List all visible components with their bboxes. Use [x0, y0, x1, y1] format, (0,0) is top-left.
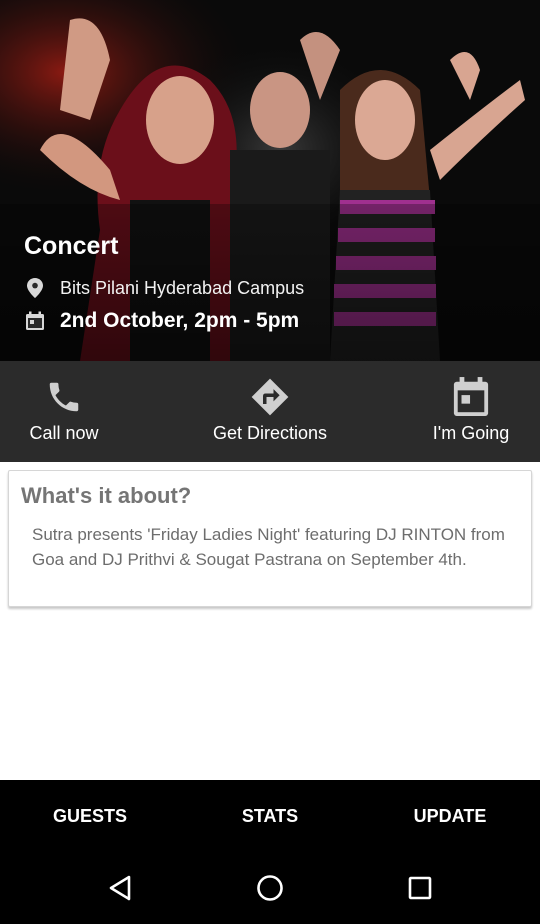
event-date-row: 2nd October, 2pm - 5pm [24, 309, 299, 333]
event-location-row: Bits Pilani Hyderabad Campus [24, 277, 304, 299]
calendar-check-icon [452, 375, 490, 419]
about-card: What's it about? Sutra presents 'Friday … [8, 470, 532, 607]
directions-icon [249, 375, 291, 419]
call-now-button[interactable]: Call now [14, 361, 114, 462]
home-circle-icon[interactable] [252, 870, 288, 906]
tab-stats[interactable]: STATS [180, 780, 360, 852]
phone-icon [45, 375, 83, 419]
im-going-button[interactable]: I'm Going [418, 361, 524, 462]
event-title: Concert [24, 232, 119, 260]
get-directions-button[interactable]: Get Directions [194, 361, 346, 462]
get-directions-label: Get Directions [212, 423, 328, 443]
about-description: Sutra presents 'Friday Ladies Night' fea… [32, 525, 505, 569]
action-bar: Call now Get Directions I'm Going [0, 361, 540, 462]
event-hero: Concert Bits Pilani Hyderabad Campus 2nd… [0, 0, 540, 361]
about-title: What's it about? [21, 483, 192, 508]
location-pin-icon [24, 277, 46, 299]
recents-square-icon[interactable] [402, 870, 438, 906]
call-now-label: Call now [29, 423, 99, 443]
im-going-label: I'm Going [432, 423, 510, 443]
back-triangle-icon[interactable] [102, 870, 138, 906]
calendar-icon [24, 310, 46, 332]
tab-guests[interactable]: GUESTS [0, 780, 180, 852]
event-datetime: 2nd October, 2pm - 5pm [60, 309, 300, 332]
system-navigation-bar [0, 852, 540, 924]
event-location: Bits Pilani Hyderabad Campus [60, 277, 305, 298]
tab-update[interactable]: UPDATE [360, 780, 540, 852]
bottom-tab-bar: GUESTS STATS UPDATE [0, 780, 540, 852]
